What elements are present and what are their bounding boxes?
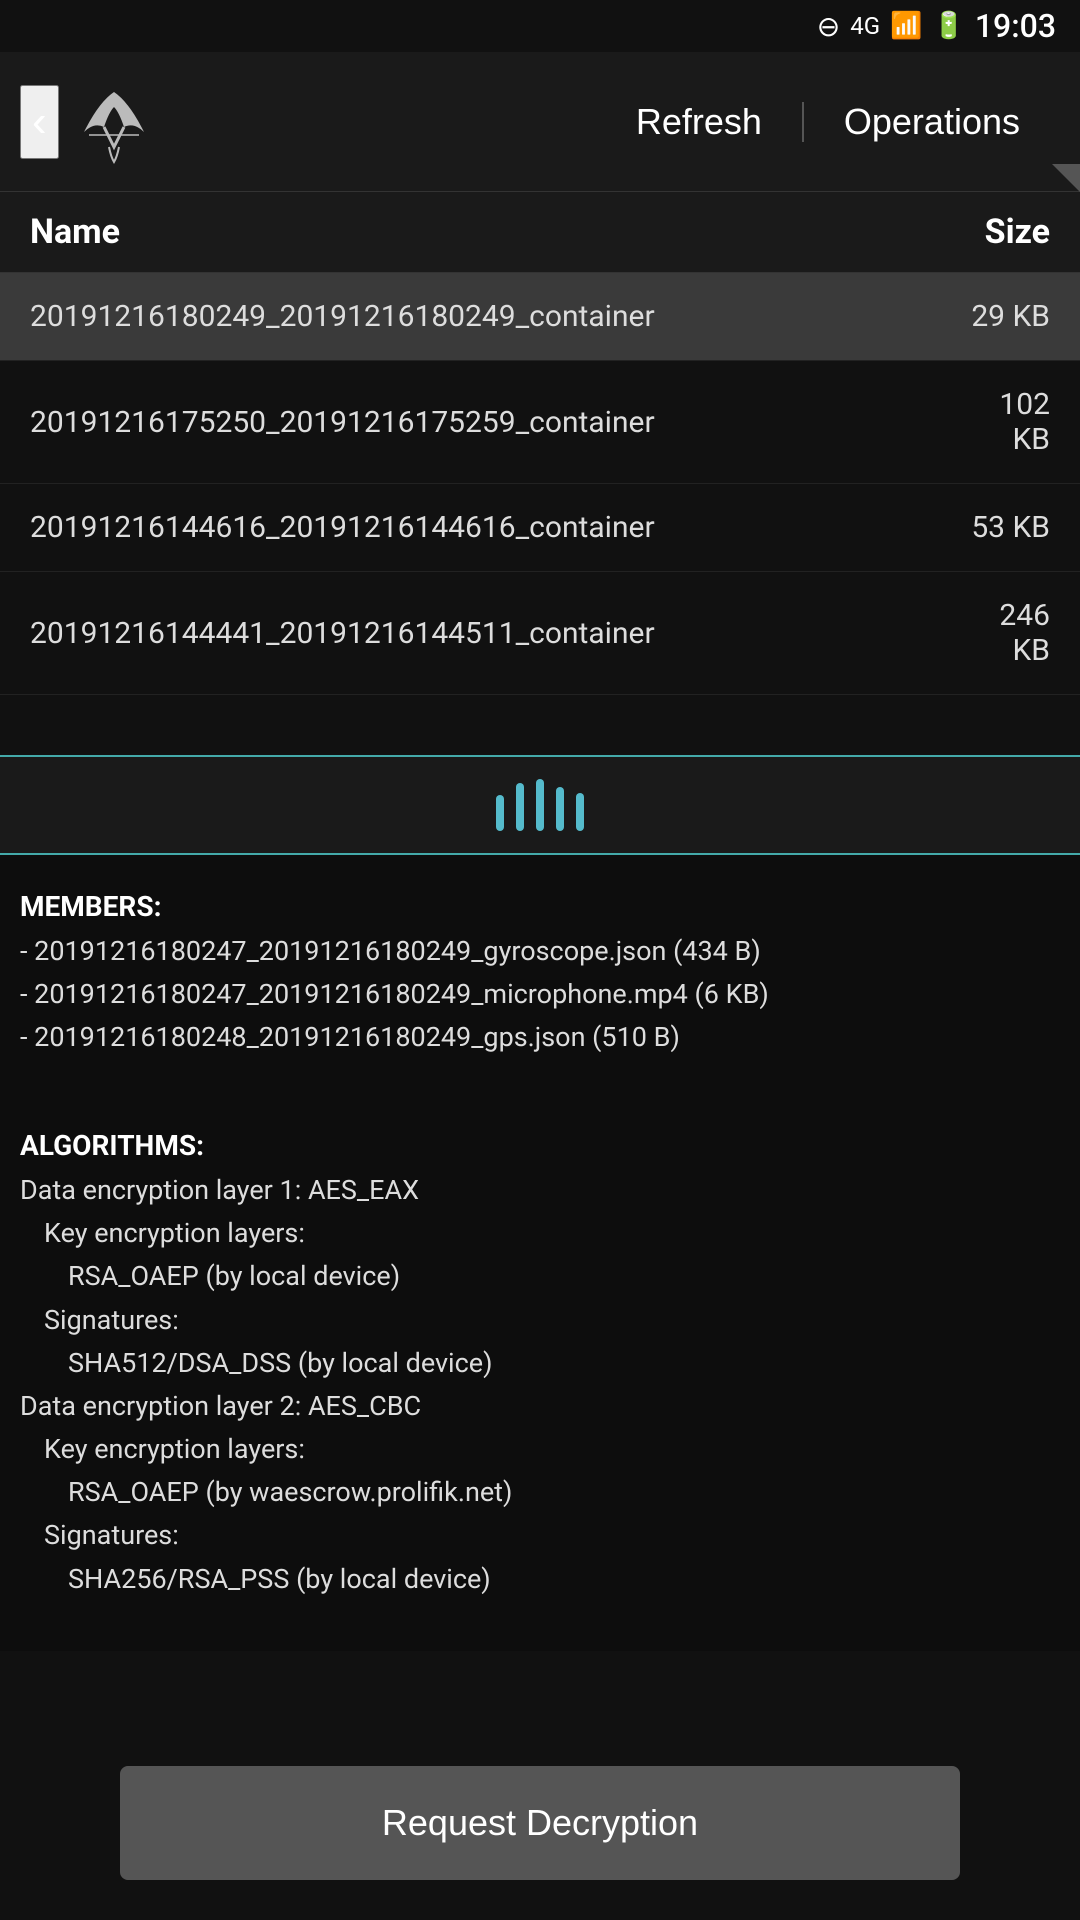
back-button[interactable]: ‹	[20, 85, 59, 159]
algo-line-7: Key encryption layers:	[20, 1428, 1060, 1471]
algo-line-2: Key encryption layers:	[20, 1212, 1060, 1255]
network-4g-icon: 4G	[850, 12, 880, 40]
refresh-button[interactable]: Refresh	[596, 81, 802, 163]
request-decryption-button[interactable]: Request Decryption	[120, 1766, 960, 1880]
table-header: Name Size	[0, 192, 1080, 273]
members-section: MEMBERS: - 20191216180247_20191216180249…	[20, 885, 1060, 1059]
file-name: 20191216175250_20191216175259_container	[30, 405, 930, 440]
algo-line-5: SHA512/DSA_DSS (by local device)	[20, 1342, 1060, 1385]
member-2: - 20191216180247_20191216180249_micropho…	[20, 973, 1060, 1016]
corner-indicator	[1052, 164, 1080, 192]
status-bar: ⊖ 4G 📶 🔋 19:03	[0, 0, 1080, 52]
battery-icon: 🔋	[932, 11, 964, 41]
file-name: 20191216144616_20191216144616_container	[30, 510, 930, 545]
table-row[interactable]: 20191216180249_20191216180249_container …	[0, 273, 1080, 361]
file-name: 20191216180249_20191216180249_container	[30, 299, 930, 334]
status-time: 19:03	[975, 7, 1056, 45]
algo-line-3: RSA_OAEP (by local device)	[20, 1255, 1060, 1298]
table-row[interactable]: 20191216144616_20191216144616_container …	[0, 484, 1080, 572]
drag-bar-4	[556, 787, 564, 831]
nav-actions: Refresh Operations	[596, 81, 1060, 163]
drag-handle[interactable]	[0, 755, 1080, 855]
drag-bar-5	[576, 793, 584, 831]
algo-line-8: RSA_OAEP (by waescrow.prolifik.net)	[20, 1471, 1060, 1514]
col-name-header: Name	[30, 212, 120, 252]
operations-button[interactable]: Operations	[804, 81, 1060, 163]
member-3: - 20191216180248_20191216180249_gps.json…	[20, 1016, 1060, 1059]
drag-bar-3	[536, 779, 544, 831]
algorithms-section: ALGORITHMS: Data encryption layer 1: AES…	[20, 1124, 1060, 1601]
file-name: 20191216144441_20191216144511_container	[30, 616, 930, 651]
file-list: 20191216180249_20191216180249_container …	[0, 273, 1080, 695]
member-1: - 20191216180247_20191216180249_gyroscop…	[20, 930, 1060, 973]
algo-line-4: Signatures:	[20, 1299, 1060, 1342]
app-logo	[69, 77, 159, 167]
table-row[interactable]: 20191216175250_20191216175259_container …	[0, 361, 1080, 484]
status-icons: ⊖ 4G 📶 🔋 19:03	[817, 7, 1056, 45]
bottom-btn-area: Request Decryption	[0, 1746, 1080, 1920]
drag-bar-2	[516, 783, 524, 831]
signal-icon: 📶	[890, 11, 922, 41]
algorithms-title: ALGORITHMS:	[20, 1124, 1060, 1169]
file-size: 29 KB	[930, 299, 1050, 334]
file-size: 53 KB	[930, 510, 1050, 545]
drag-bar-1	[496, 795, 504, 831]
logo-area	[69, 77, 596, 167]
algo-line-9: Signatures:	[20, 1514, 1060, 1557]
algo-line-1: Data encryption layer 1: AES_EAX	[20, 1169, 1060, 1212]
members-title: MEMBERS:	[20, 885, 1060, 930]
detail-panel: MEMBERS: - 20191216180247_20191216180249…	[0, 855, 1080, 1651]
col-size-header: Size	[985, 212, 1050, 252]
file-size: 246KB	[930, 598, 1050, 668]
drag-bars	[496, 779, 584, 831]
top-nav: ‹ Refresh Operations	[0, 52, 1080, 192]
table-row[interactable]: 20191216144441_20191216144511_container …	[0, 572, 1080, 695]
algo-line-6: Data encryption layer 2: AES_CBC	[20, 1385, 1060, 1428]
algo-line-10: SHA256/RSA_PSS (by local device)	[20, 1558, 1060, 1601]
file-size: 102KB	[930, 387, 1050, 457]
do-not-disturb-icon: ⊖	[817, 10, 840, 43]
